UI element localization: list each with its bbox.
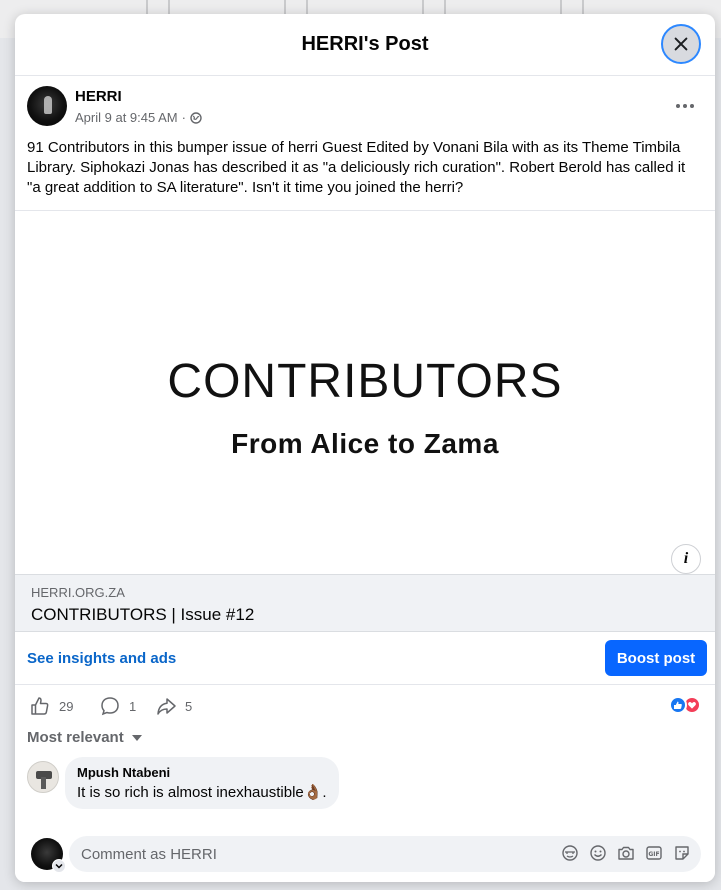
comment-bubble: Mpush Ntabeni It is so rich is almost in… [65, 757, 339, 809]
link-caption[interactable]: HERRI.ORG.ZA CONTRIBUTORS | Issue #12 [15, 574, 715, 632]
modal-header: HERRI's Post [15, 14, 715, 76]
gif-icon[interactable]: GIF [645, 844, 663, 862]
link-domain: HERRI.ORG.ZA [31, 585, 125, 600]
camera-icon[interactable] [617, 844, 635, 862]
sort-label: Most relevant [27, 729, 124, 746]
more-options-button[interactable] [667, 94, 703, 118]
composer-icons: GIF [561, 844, 691, 862]
comment-button[interactable]: 1 [99, 695, 136, 717]
comment-sort-row: Most relevant [15, 727, 715, 757]
comment-sort-dropdown[interactable]: Most relevant [27, 729, 142, 746]
chevron-down-icon [131, 734, 142, 741]
avatar[interactable] [27, 761, 59, 793]
share-icon [157, 698, 176, 715]
comment-count: 1 [129, 698, 137, 714]
comment-item: Mpush Ntabeni It is so rich is almost in… [15, 757, 715, 819]
post-meta: April 9 at 9:45 AM · [75, 110, 202, 125]
info-icon[interactable]: i [671, 544, 701, 574]
like-button[interactable]: 29 [29, 695, 73, 717]
svg-text:GIF: GIF [648, 851, 659, 858]
boost-post-button[interactable]: Boost post [605, 640, 707, 676]
comment-icon [101, 697, 119, 716]
more-icon [676, 104, 680, 108]
modal-title: HERRI's Post [301, 33, 429, 55]
share-count: 5 [185, 698, 193, 714]
actions-row: 29 1 5 [15, 685, 715, 727]
link-title: CONTRIBUTORS | Issue #12 [31, 605, 255, 624]
profile-switch-chevron-icon[interactable] [52, 859, 66, 873]
like-count: 29 [59, 698, 74, 714]
like-icon [31, 697, 49, 715]
page-name[interactable]: HERRI [75, 88, 122, 105]
share-button[interactable]: 5 [155, 695, 192, 717]
close-button[interactable] [661, 24, 701, 64]
insights-row: See insights and ads Boost post [15, 632, 715, 685]
close-icon [674, 37, 688, 51]
globe-icon[interactable] [190, 111, 202, 124]
image-title: CONTRIBUTORS [167, 355, 563, 408]
comment-text: It is so rich is almost inexhaustible👌🏾. [77, 784, 327, 801]
image-subtitle: From Alice to Zama [231, 428, 499, 459]
meta-separator: · [181, 110, 186, 125]
link-preview-image[interactable]: CONTRIBUTORS From Alice to Zama i [15, 210, 715, 574]
post-date[interactable]: April 9 at 9:45 AM [75, 110, 178, 125]
see-insights-link[interactable]: See insights and ads [27, 650, 176, 667]
avatar-sticker-icon[interactable] [673, 844, 691, 862]
sticker-icon[interactable] [561, 844, 579, 862]
like-reaction-icon [669, 696, 687, 714]
comment-composer: GIF [15, 822, 715, 882]
emoji-icon[interactable] [589, 844, 607, 862]
composer-avatar[interactable] [31, 838, 66, 873]
comment-author[interactable]: Mpush Ntabeni [77, 765, 327, 780]
post-text: 91 Contributors in this bumper issue of … [27, 139, 686, 196]
post-header: HERRI April 9 at 9:45 AM · [15, 76, 715, 136]
reactions-summary[interactable] [669, 696, 701, 714]
post-modal: HERRI's Post HERRI April 9 at 9:45 AM · … [15, 14, 715, 882]
page-avatar[interactable] [27, 86, 67, 126]
